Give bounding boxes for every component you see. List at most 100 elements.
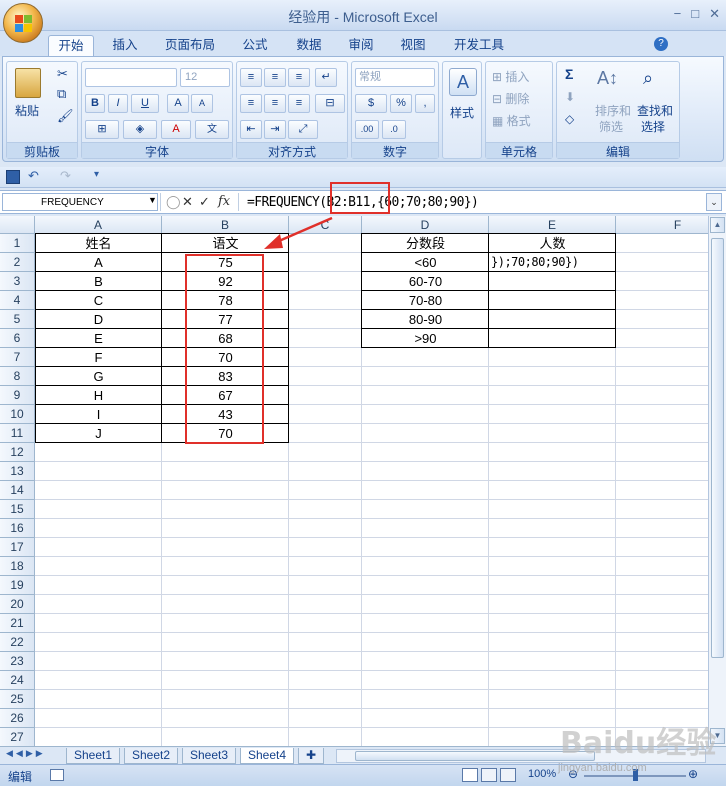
row-header-5[interactable]: 5 — [0, 310, 35, 329]
enter-icon[interactable]: ✓ — [199, 194, 210, 210]
row-header-9[interactable]: 9 — [0, 386, 35, 405]
row-header-11[interactable]: 11 — [0, 424, 35, 443]
paste-icon[interactable] — [15, 68, 41, 98]
cell-a4[interactable]: C — [35, 291, 162, 310]
row-header-21[interactable]: 21 — [0, 614, 35, 633]
sort-filter-label-1[interactable]: 排序和 — [595, 102, 631, 119]
number-format-select[interactable]: 常规 — [355, 68, 435, 87]
tab-developer[interactable]: 开发工具 — [446, 35, 512, 56]
help-icon[interactable]: ? — [654, 37, 668, 51]
vertical-scroll-thumb[interactable] — [711, 238, 724, 658]
name-box-dropdown-icon[interactable]: ▼ — [148, 195, 157, 205]
autosum-icon[interactable]: Σ — [565, 66, 573, 82]
header-cell-range[interactable]: 分数段 — [362, 234, 489, 253]
header-cell-count[interactable]: 人数 — [489, 234, 616, 253]
cell-d4[interactable]: 70-80 — [362, 291, 489, 310]
column-header-d[interactable]: D — [362, 216, 489, 234]
align-center-button[interactable]: ≡ — [264, 94, 286, 113]
sort-filter-label-2[interactable]: 筛选 — [599, 118, 623, 135]
accounting-button[interactable]: $ — [355, 94, 387, 113]
percent-button[interactable]: % — [390, 94, 412, 113]
delete-cells-button[interactable]: ⊟ 删除 — [492, 90, 529, 107]
row-header-15[interactable]: 15 — [0, 500, 35, 519]
name-box[interactable]: FREQUENCY — [2, 193, 158, 211]
copy-icon[interactable]: ⧉ — [57, 86, 66, 102]
tab-home[interactable]: 开始 — [48, 35, 94, 56]
styles-button[interactable]: 样式 — [450, 104, 474, 121]
normal-view-icon[interactable] — [462, 768, 478, 782]
align-top-button[interactable]: ≡ — [240, 68, 262, 87]
minimize-button[interactable]: − — [674, 6, 682, 22]
font-size-select[interactable]: 12 — [180, 68, 230, 87]
decrease-decimal-button[interactable]: .0 — [382, 120, 406, 139]
row-header-16[interactable]: 16 — [0, 519, 35, 538]
row-header-10[interactable]: 10 — [0, 405, 35, 424]
tab-review[interactable]: 审阅 — [340, 35, 382, 56]
row-header-26[interactable]: 26 — [0, 709, 35, 728]
fill-color-button[interactable]: ◈ — [123, 120, 157, 139]
column-header-e[interactable]: E — [489, 216, 616, 234]
styles-icon[interactable]: A — [449, 68, 477, 96]
row-header-4[interactable]: 4 — [0, 291, 35, 310]
row-header-25[interactable]: 25 — [0, 690, 35, 709]
underline-button[interactable]: U — [131, 94, 159, 113]
cell-a2[interactable]: A — [35, 253, 162, 272]
sheet-tab-3[interactable]: Sheet3 — [182, 748, 236, 764]
align-bottom-button[interactable]: ≡ — [288, 68, 310, 87]
column-header-f[interactable]: F — [616, 216, 708, 234]
font-name-select[interactable] — [85, 68, 177, 87]
tab-formulas[interactable]: 公式 — [234, 35, 276, 56]
orientation-button[interactable]: ⤢ — [288, 120, 318, 139]
row-header-14[interactable]: 14 — [0, 481, 35, 500]
merge-center-button[interactable]: ⊟ — [315, 94, 345, 113]
cell-d3[interactable]: 60-70 — [362, 272, 489, 291]
row-header-23[interactable]: 23 — [0, 652, 35, 671]
sheet-nav-icon[interactable]: ◀◀▶▶ — [6, 748, 46, 759]
cell-a8[interactable]: G — [35, 367, 162, 386]
row-header-3[interactable]: 3 — [0, 272, 35, 291]
zoom-in-icon[interactable]: ⊕ — [688, 767, 698, 781]
find-select-icon[interactable]: ⌕ — [643, 68, 653, 89]
paste-button[interactable]: 粘贴 — [15, 102, 39, 119]
align-middle-button[interactable]: ≡ — [264, 68, 286, 87]
font-color-button[interactable]: A — [161, 120, 191, 139]
close-button[interactable]: ✕ — [709, 6, 720, 22]
cell-d2[interactable]: <60 — [362, 253, 489, 272]
align-right-button[interactable]: ≡ — [288, 94, 310, 113]
cell-d5[interactable]: 80-90 — [362, 310, 489, 329]
row-header-1[interactable]: 1 — [0, 234, 35, 253]
align-left-button[interactable]: ≡ — [240, 94, 262, 113]
italic-button[interactable]: I — [108, 94, 128, 113]
office-button[interactable] — [3, 3, 43, 43]
sheet-tab-2[interactable]: Sheet2 — [124, 748, 178, 764]
cell-a10[interactable]: I — [35, 405, 162, 424]
cell-a9[interactable]: H — [35, 386, 162, 405]
cell-a3[interactable]: B — [35, 272, 162, 291]
row-header-13[interactable]: 13 — [0, 462, 35, 481]
vertical-scrollbar[interactable]: ▲ ▼ — [708, 216, 726, 746]
decrease-indent-button[interactable]: ⇤ — [240, 120, 262, 139]
row-header-17[interactable]: 17 — [0, 538, 35, 557]
find-select-label-2[interactable]: 选择 — [641, 118, 665, 135]
column-header-a[interactable]: A — [35, 216, 162, 234]
tab-page-layout[interactable]: 页面布局 — [160, 35, 220, 56]
shrink-font-button[interactable]: A — [191, 94, 213, 113]
cell-a7[interactable]: F — [35, 348, 162, 367]
row-header-24[interactable]: 24 — [0, 671, 35, 690]
row-header-22[interactable]: 22 — [0, 633, 35, 652]
find-select-label-1[interactable]: 查找和 — [637, 102, 673, 119]
fill-icon[interactable]: ⬇ — [565, 90, 575, 104]
insert-sheet-icon[interactable]: ✚ — [298, 748, 324, 764]
borders-button[interactable]: ⊞ — [85, 120, 119, 139]
undo-icon[interactable]: ↶ — [28, 168, 39, 184]
increase-decimal-button[interactable]: .00 — [355, 120, 379, 139]
sheet-tab-1[interactable]: Sheet1 — [66, 748, 120, 764]
increase-indent-button[interactable]: ⇥ — [264, 120, 286, 139]
cancel-icon[interactable]: ✕ — [182, 194, 193, 210]
header-cell-name[interactable]: 姓名 — [35, 234, 162, 253]
cell-a6[interactable]: E — [35, 329, 162, 348]
insert-function-button[interactable]: fx — [218, 194, 230, 209]
row-header-7[interactable]: 7 — [0, 348, 35, 367]
sort-filter-icon[interactable]: A↕ — [597, 68, 618, 89]
save-icon[interactable] — [6, 170, 20, 184]
